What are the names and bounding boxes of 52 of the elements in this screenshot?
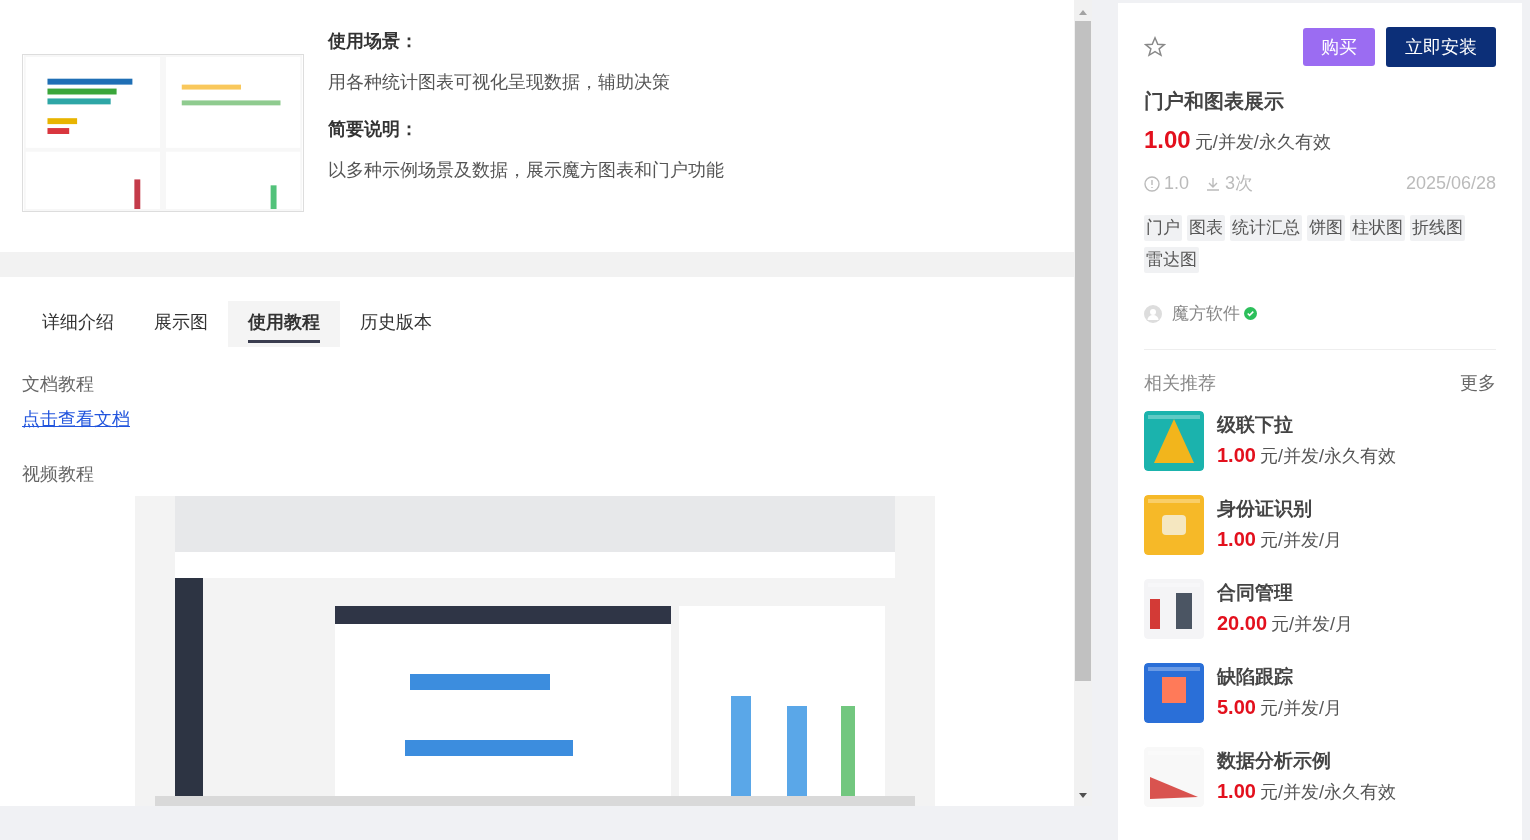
price-unit: 元/并发/月 xyxy=(1259,696,1342,720)
product-title: 门户和图表展示 xyxy=(1144,89,1285,114)
product-name[interactable]: 身份证识别 xyxy=(1217,497,1342,521)
tab[interactable]: 详细介绍 xyxy=(22,301,134,347)
tag: 柱状图 xyxy=(1350,215,1405,241)
section-heading: 视频教程 xyxy=(22,463,95,486)
product-name[interactable]: 数据分析示例 xyxy=(1217,749,1396,773)
date-text: 2025/06/28 xyxy=(1405,172,1496,195)
price: 1.00 xyxy=(1217,778,1256,804)
price-unit: 元/并发/永久有效 xyxy=(1259,780,1396,804)
price: 1.00 xyxy=(1217,442,1256,468)
scrollbar-thumb[interactable] xyxy=(1075,21,1091,681)
section-heading: 使用场景： xyxy=(328,30,419,53)
tag: 图表 xyxy=(1187,215,1225,241)
product-name[interactable]: 合同管理 xyxy=(1217,581,1354,605)
buy-button[interactable]: 购买 xyxy=(1303,28,1375,66)
section-heading: 文档教程 xyxy=(22,373,95,396)
description-text: 以多种示例场景及数据，展示魔方图表和门户功能 xyxy=(328,159,724,182)
product-name[interactable]: 级联下拉 xyxy=(1217,413,1396,437)
info-icon xyxy=(1144,175,1160,192)
scroll-up-icon[interactable] xyxy=(1079,10,1087,15)
more-link[interactable]: 更多 xyxy=(1460,369,1496,397)
tab[interactable]: 历史版本 xyxy=(340,301,452,347)
tab[interactable]: 使用教程 xyxy=(228,301,340,347)
price: 1.00 xyxy=(1217,526,1256,552)
price: 1.00 xyxy=(1144,125,1191,155)
description-text: 用各种统计图表可视化呈现数据，辅助决策 xyxy=(328,71,671,94)
price: 5.00 xyxy=(1217,694,1256,720)
tag: 饼图 xyxy=(1307,215,1345,241)
section-heading: 相关推荐 xyxy=(1144,371,1216,395)
version-text: 1.0 xyxy=(1164,172,1190,195)
tag: 折线图 xyxy=(1410,215,1465,241)
document-link[interactable]: 点击查看文档 xyxy=(22,406,130,433)
product-name[interactable]: 缺陷跟踪 xyxy=(1217,665,1342,689)
verified-icon xyxy=(1244,307,1257,321)
tag: 统计汇总 xyxy=(1230,215,1302,241)
section-heading: 简要说明： xyxy=(328,118,419,141)
price-unit: 元/并发/月 xyxy=(1271,612,1354,636)
price-unit: 元/并发/永久有效 xyxy=(1194,131,1331,154)
scroll-down-icon[interactable] xyxy=(1079,793,1087,798)
install-button[interactable]: 立即安装 xyxy=(1386,27,1496,67)
tag: 雷达图 xyxy=(1144,247,1199,273)
tag: 门户 xyxy=(1144,215,1182,241)
avatar-icon xyxy=(1144,304,1162,323)
author-name: 魔方软件 xyxy=(1172,303,1240,325)
price-unit: 元/并发/永久有效 xyxy=(1259,444,1396,468)
download-icon xyxy=(1205,175,1222,192)
price: 20.00 xyxy=(1217,610,1268,636)
star-icon[interactable] xyxy=(1144,36,1166,58)
price-unit: 元/并发/月 xyxy=(1259,528,1342,552)
download-count: 3次 xyxy=(1225,172,1254,195)
tab[interactable]: 展示图 xyxy=(134,301,228,347)
